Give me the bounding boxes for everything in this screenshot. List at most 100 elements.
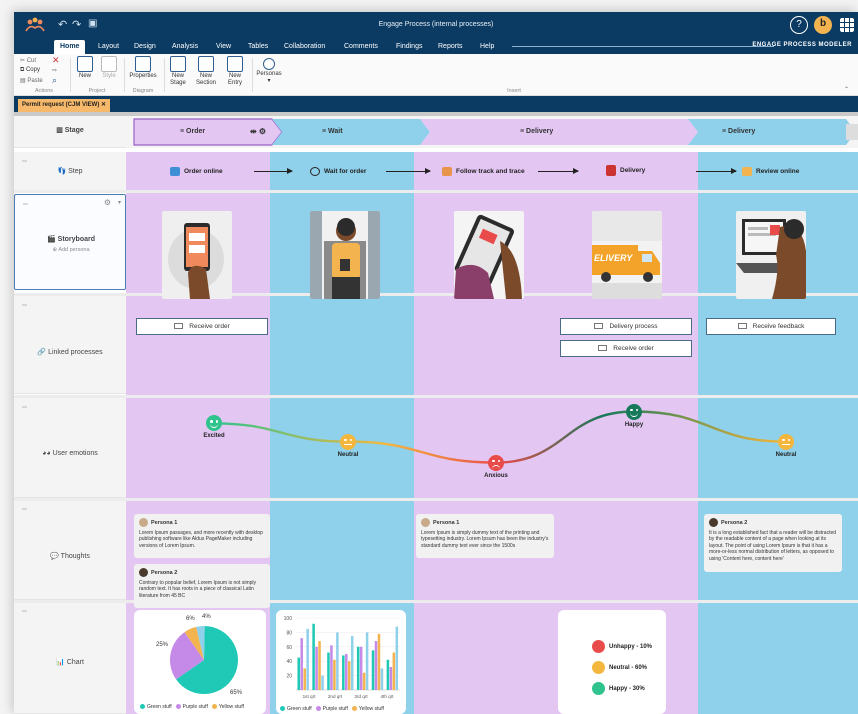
bar[interactable] — [315, 646, 318, 690]
personas-button[interactable]: Personas ▾ — [254, 56, 284, 85]
style-button[interactable]: Style — [98, 56, 120, 80]
thought-bubble-persona1-b[interactable]: Persona 1 Lorem Ipsum is simply dummy te… — [416, 514, 554, 558]
bar[interactable] — [327, 652, 330, 690]
collapse-ribbon-icon[interactable]: ⌃ — [844, 86, 849, 93]
format-painter-icon[interactable]: ⇨ — [52, 67, 57, 74]
bar[interactable] — [306, 628, 309, 690]
properties-button[interactable]: Properties — [126, 56, 160, 80]
bar[interactable] — [350, 636, 354, 690]
bar[interactable] — [336, 632, 339, 690]
drag-handle-icon[interactable]: ═ — [22, 158, 27, 165]
bar[interactable] — [377, 633, 381, 690]
bar[interactable] — [371, 650, 375, 690]
apps-grid-icon[interactable] — [838, 16, 856, 34]
bar[interactable] — [356, 646, 360, 690]
step-delivery[interactable]: Delivery — [606, 165, 645, 176]
bar[interactable] — [380, 668, 384, 690]
bar[interactable] — [365, 632, 369, 690]
bar[interactable] — [386, 659, 390, 690]
bar[interactable] — [392, 652, 396, 690]
tab-collaboration[interactable]: Collaboration — [278, 40, 331, 54]
tab-view[interactable]: View — [210, 40, 237, 54]
bar[interactable] — [321, 675, 324, 690]
close-tab-icon[interactable]: ✕ — [101, 102, 106, 108]
drag-handle-icon[interactable]: ═ — [22, 302, 27, 309]
new-project-button[interactable]: New — [74, 56, 96, 80]
bar[interactable] — [389, 666, 393, 690]
new-section-button[interactable]: New Section — [192, 56, 220, 87]
emotion-face-icon[interactable] — [626, 403, 642, 420]
storyboard-image-tracking[interactable] — [454, 211, 524, 299]
thought-bubble-persona2-b[interactable]: Persona 2 It is a long established fact … — [704, 514, 842, 572]
bar[interactable] — [362, 672, 366, 690]
tab-tables[interactable]: Tables — [242, 40, 274, 54]
tab-comments[interactable]: Comments — [338, 40, 384, 54]
row-label-storyboard[interactable]: ═ ⚙ ▾ 🎬 Storyboard ⊕ Add persona — [14, 194, 126, 290]
storyboard-image-review[interactable] — [736, 211, 806, 299]
process-icon — [174, 323, 184, 329]
tab-reports[interactable]: Reports — [432, 40, 469, 54]
step-review-online[interactable]: Review online — [742, 167, 799, 176]
bar[interactable] — [333, 659, 336, 690]
tab-analysis[interactable]: Analysis — [166, 40, 204, 54]
settings-gear-icon[interactable]: ⚙ — [104, 198, 111, 207]
delete-icon[interactable]: ✕ — [52, 55, 60, 66]
user-badge-icon[interactable]: b — [814, 16, 832, 34]
bar[interactable] — [330, 645, 333, 690]
stage-settings-icon[interactable]: ⇹ ⚙ — [250, 119, 266, 145]
cut-button[interactable]: ✂ Cut — [20, 57, 36, 64]
step-wait-for-order[interactable]: Wait for order — [310, 167, 366, 176]
help-icon[interactable]: ? — [790, 16, 808, 34]
bar[interactable] — [348, 661, 351, 690]
sentiment-summary-card[interactable]: Unhappy - 10% Neutral - 60% Happy - 30% — [558, 610, 666, 714]
bar-chart-card[interactable]: 20 40 60 80 100 1st qrt 2nd qrt 3rd qrt 4th qrt … — [276, 610, 406, 714]
drag-handle-icon[interactable]: ═ — [22, 608, 27, 615]
bar[interactable] — [303, 668, 306, 690]
bar[interactable] — [297, 657, 301, 690]
step-track-trace[interactable]: Follow track and trace — [442, 167, 525, 176]
add-persona-link[interactable]: ⊕ Add persona — [15, 247, 127, 253]
thought-bubble-persona1[interactable]: Persona 1 Lorem Ipsum passages, and more… — [134, 514, 270, 558]
storyboard-image-waiting[interactable] — [310, 211, 380, 299]
drag-handle-icon[interactable]: ═ — [22, 506, 27, 513]
document-tab[interactable]: Permit request (CJM VIEW) ✕ — [18, 99, 111, 112]
bar[interactable] — [374, 641, 378, 690]
linked-process-delivery-process[interactable]: Delivery process — [560, 318, 692, 335]
new-entry-button[interactable]: New Entry — [222, 56, 248, 87]
bar[interactable] — [300, 638, 303, 690]
linked-process-receive-order-2[interactable]: Receive order — [560, 340, 692, 357]
paste-button[interactable]: ▤ Paste — [20, 77, 43, 84]
thought-bubble-persona2[interactable]: Persona 2 Contrary to popular belief, Lo… — [134, 564, 270, 608]
emotion-face-icon[interactable] — [488, 454, 504, 471]
storyboard-image-phone-order[interactable] — [162, 211, 232, 299]
bar[interactable] — [395, 626, 399, 690]
emotion-face-icon[interactable] — [778, 433, 794, 450]
drag-handle-icon[interactable]: ═ — [23, 201, 28, 208]
bar[interactable] — [359, 646, 363, 690]
stage-delivery-chevron[interactable] — [420, 119, 698, 145]
bar[interactable] — [342, 655, 345, 690]
copy-button[interactable]: ⧉ Copy — [20, 67, 40, 74]
stage-wait-chevron[interactable] — [272, 119, 430, 145]
linked-process-receive-feedback[interactable]: Receive feedback — [706, 318, 836, 335]
step-order-online[interactable]: Order online — [170, 167, 223, 176]
bar[interactable] — [312, 623, 315, 690]
tab-help[interactable]: Help — [474, 40, 500, 54]
search-icon[interactable]: ⌕ — [52, 75, 57, 86]
tab-layout[interactable]: Layout — [92, 40, 125, 54]
tab-findings[interactable]: Findings — [390, 40, 428, 54]
dropdown-chevron-icon[interactable]: ▾ — [118, 199, 121, 206]
emotion-face-icon[interactable] — [340, 433, 356, 450]
bar[interactable] — [318, 641, 321, 690]
storyboard-image-delivery-truck[interactable]: ELIVERY — [592, 211, 662, 299]
tab-design[interactable]: Design — [128, 40, 162, 54]
stage-delivery2-chevron[interactable] — [688, 119, 856, 145]
add-stage-button[interactable] — [846, 124, 858, 140]
tab-home[interactable]: Home — [54, 40, 86, 54]
new-stage-button[interactable]: New Stage — [166, 56, 190, 87]
linked-process-receive-order[interactable]: Receive order — [136, 318, 268, 335]
pie-chart-card[interactable]: 65% 25% 6% 4% Green stuff Purple stuff Yellow… — [134, 610, 266, 714]
drag-handle-icon[interactable]: ═ — [22, 404, 27, 411]
bar[interactable] — [345, 654, 348, 690]
stage-order-label: ≡ Order — [180, 128, 206, 135]
